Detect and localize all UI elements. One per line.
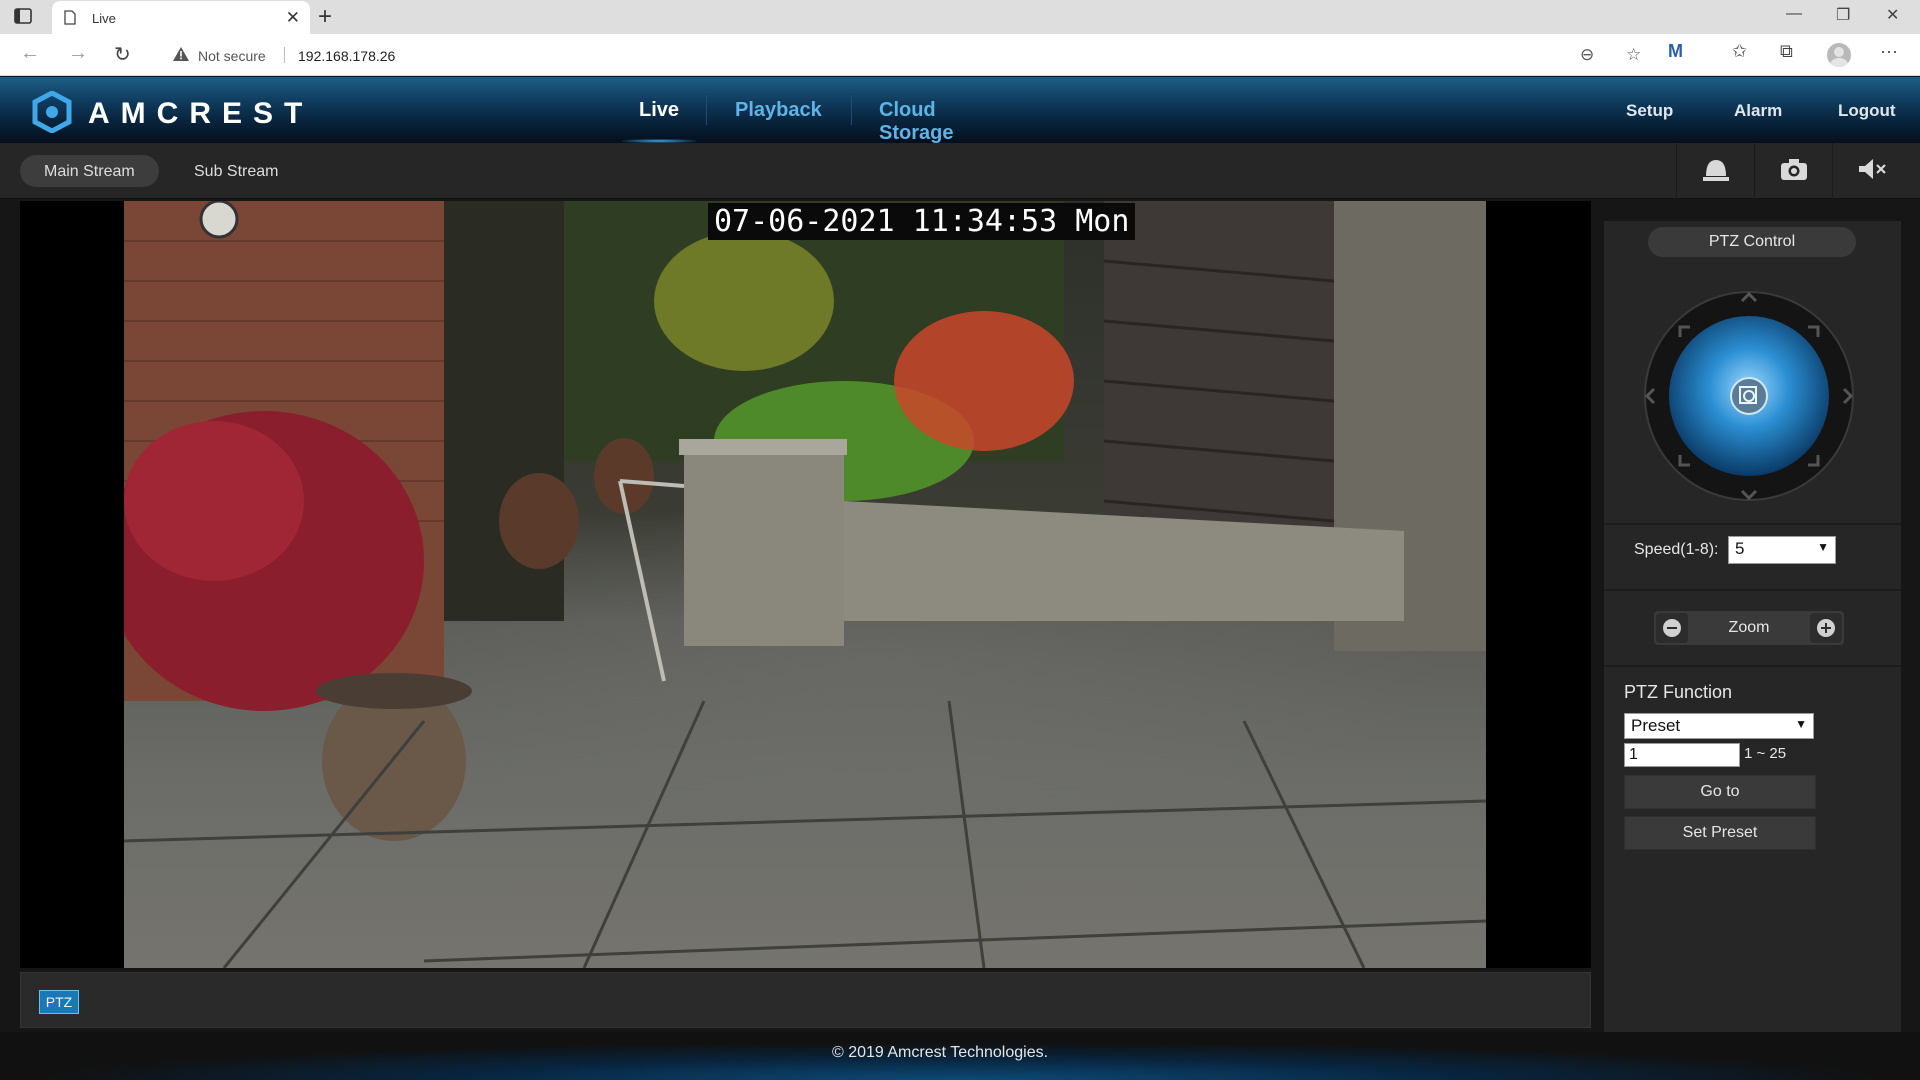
not-secure-label: Not secure [198, 48, 266, 64]
nav-divider [706, 95, 707, 125]
speed-select[interactable]: 5 ▼ [1728, 536, 1836, 564]
section-divider [1604, 665, 1901, 667]
extension-icon[interactable]: M [1668, 41, 1683, 62]
go-to-preset-button[interactable]: Go to [1624, 775, 1816, 809]
app-header: AMCREST Live Playback Cloud Storage Setu… [0, 77, 1920, 145]
collections-icon[interactable]: ⧉ [1780, 41, 1793, 62]
add-favorite-icon[interactable]: ☆ [1626, 45, 1641, 65]
mute-icon [1856, 157, 1888, 186]
main-stream-button[interactable]: Main Stream [20, 155, 159, 187]
forward-icon[interactable]: → [68, 42, 88, 65]
nav-alarm[interactable]: Alarm [1734, 101, 1782, 121]
new-tab-icon[interactable]: + [318, 3, 332, 31]
ptz-toggle-button[interactable]: PTZ [39, 990, 79, 1014]
zoom-out-icon[interactable]: ⊖ [1580, 45, 1594, 65]
speed-label: Speed(1-8): [1634, 541, 1719, 558]
chevron-down-icon: ▼ [1795, 717, 1807, 731]
more-menu-icon[interactable]: ··· [1880, 41, 1898, 62]
nav-playback[interactable]: Playback [735, 99, 822, 122]
audio-toggle-button[interactable] [1832, 143, 1910, 199]
back-icon[interactable]: ← [20, 42, 40, 65]
set-preset-button[interactable]: Set Preset [1624, 816, 1816, 850]
section-divider [1604, 523, 1901, 525]
nav-cloud-storage[interactable]: Cloud Storage [879, 99, 953, 145]
nav-live[interactable]: Live [639, 99, 679, 122]
ptz-panel-title: PTZ Control [1648, 227, 1856, 257]
browser-tab[interactable]: Live ✕ [52, 1, 310, 34]
section-divider [1604, 589, 1901, 591]
profile-avatar[interactable] [1827, 43, 1851, 67]
ptz-function-select[interactable]: Preset ▼ [1624, 713, 1814, 739]
alarm-light-button[interactable] [1676, 143, 1754, 199]
brand-name: AMCREST [88, 97, 314, 130]
camera-icon [1779, 157, 1809, 186]
video-bottom-bar: PTZ [20, 972, 1591, 1028]
omnibox[interactable]: Not secure 192.168.178.26 ⊖ ☆ [160, 39, 1641, 71]
page-icon [64, 10, 76, 30]
tab-title: Live [92, 11, 116, 26]
copyright-text: © 2019 Amcrest Technologies. [831, 1044, 1049, 1061]
amcrest-logo-icon [32, 90, 72, 138]
video-timestamp: 07-06-2021 11:34:53 Mon [708, 203, 1136, 240]
ptz-function-title: PTZ Function [1624, 682, 1733, 702]
siren-icon [1701, 156, 1731, 187]
tab-actions-icon[interactable] [14, 8, 34, 26]
nav-divider [851, 95, 852, 125]
reload-icon[interactable]: ↻ [114, 42, 131, 67]
video-player[interactable]: 07-06-2021 11:34:53 Mon [20, 201, 1591, 968]
preset-range-label: 1 ~ 25 [1744, 745, 1787, 762]
url-text[interactable]: 192.168.178.26 [298, 48, 395, 64]
nav-logout[interactable]: Logout [1838, 101, 1896, 121]
warning-icon [172, 46, 190, 67]
ptz-function-value: Preset [1631, 716, 1681, 735]
minimize-icon[interactable]: — [1786, 5, 1802, 23]
zoom-control: Zoom [1654, 611, 1844, 645]
ptz-control-panel: PTZ Control Speed(1-8): 5 ▼ Zoom PTZ Fun… [1604, 221, 1901, 1033]
ptz-joystick[interactable] [1642, 289, 1856, 503]
close-tab-icon[interactable]: ✕ [286, 8, 300, 28]
chevron-down-icon: ▼ [1817, 540, 1829, 554]
browser-address-bar: ← → ↻ Not secure 192.168.178.26 ⊖ ☆ M ✩ … [0, 34, 1920, 76]
live-camera-feed[interactable]: 07-06-2021 11:34:53 Mon [124, 201, 1486, 968]
close-window-icon[interactable]: ✕ [1886, 5, 1899, 25]
nav-setup[interactable]: Setup [1626, 101, 1673, 121]
favorites-icon[interactable]: ✩ [1732, 41, 1747, 62]
sub-stream-button[interactable]: Sub Stream [170, 155, 302, 187]
snapshot-button[interactable] [1754, 143, 1832, 199]
app-footer: © 2019 Amcrest Technologies. [0, 1032, 1920, 1080]
zoom-in-button[interactable] [1810, 613, 1842, 643]
restore-icon[interactable]: ❐ [1836, 5, 1850, 25]
speed-value: 5 [1735, 539, 1745, 558]
browser-tab-bar: Live ✕ + — ❐ ✕ [0, 0, 1920, 34]
stream-toolbar: Main Stream Sub Stream [0, 143, 1920, 199]
preset-number-input[interactable]: 1 [1624, 743, 1740, 767]
omnibox-divider [284, 47, 285, 63]
